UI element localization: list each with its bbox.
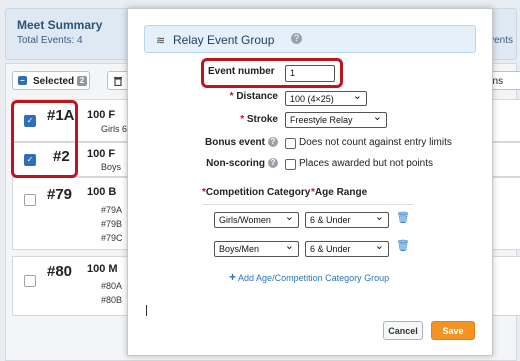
divider [203,204,413,205]
stroke-label: * Stroke [240,114,278,125]
competition-category-select[interactable]: Girls/Women [214,210,299,228]
plus-icon: + [229,270,237,284]
cancel-button[interactable]: Cancel [383,321,423,340]
event-sub: #79B [101,219,123,229]
event-name: 100 M [87,263,118,275]
selected-count-badge: 2 [77,76,87,86]
layers-icon: ≋ [156,35,166,47]
help-icon[interactable]: ? [291,33,302,44]
minus-icon: – [18,76,27,85]
event-number-highlight [201,58,343,88]
competition-category-select[interactable]: Boys/Men [214,239,299,257]
event-sub: #80B [101,295,123,305]
add-group-link[interactable]: + Add Age/Competition Category Group [229,270,389,284]
meet-summary-title: Meet Summary [17,18,103,32]
help-icon[interactable]: ? [268,137,278,148]
event-sub: Boys [101,162,122,172]
distance-select[interactable]: 100 (4×25) [285,89,367,106]
trash-icon [114,77,122,86]
total-events: Total Events: 4 [17,35,83,46]
bonus-description: Does not count against entry limits [299,137,452,148]
help-icon[interactable]: ? [268,158,278,169]
event-number: #79 [47,186,73,203]
non-scoring-label: Non-scoring? [178,158,278,169]
event-name: 100 B [87,186,117,198]
competition-category-header: *Competition Category [202,187,311,198]
save-button[interactable]: Save [431,321,475,340]
non-scoring-description: Places awarded but not points [299,158,433,169]
event-sub: Girls 6 [101,124,128,134]
trash-icon[interactable]: 🗑 [396,239,410,252]
row-checkbox[interactable] [24,275,36,287]
selected-events-highlight [11,100,78,178]
event-name: 100 F [87,109,116,121]
event-sub: #80A [101,281,123,291]
delete-button[interactable] [107,71,129,90]
event-number: #80 [47,263,73,280]
age-range-select[interactable]: 6 & Under [305,239,389,257]
age-range-header: *Age Range [311,187,368,198]
text-cursor [146,305,147,316]
relay-event-dialog: ≋ Relay Event Group ? Event number 1 * D… [127,8,493,356]
bonus-event-label: Bonus event? [178,137,278,148]
event-sub: #79A [101,205,123,215]
stroke-select[interactable]: Freestyle Relay [285,110,387,128]
selected-label: Selected [33,76,75,87]
row-checkbox[interactable] [24,194,36,206]
trash-icon[interactable]: 🗑 [396,211,410,224]
distance-label: * Distance [229,91,278,102]
event-name: 100 F [87,148,116,160]
non-scoring-checkbox[interactable] [285,159,296,170]
age-range-select[interactable]: 6 & Under [305,210,389,228]
dialog-title: Relay Event Group [173,33,275,47]
dialog-header: ≋ Relay Event Group ? [144,25,476,53]
selected-button[interactable]: – Selected 2 [12,71,90,90]
bonus-checkbox[interactable] [285,138,296,149]
event-sub: #79C [101,233,123,243]
